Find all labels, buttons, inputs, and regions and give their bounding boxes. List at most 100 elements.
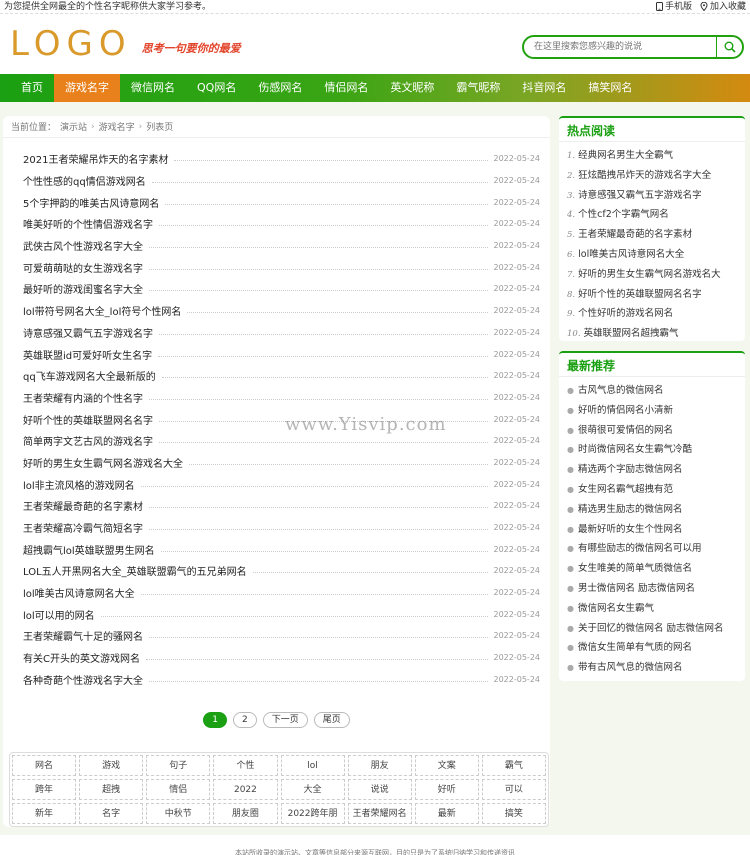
- search-button[interactable]: [716, 37, 742, 57]
- list-item-title[interactable]: 王者荣耀霸气十足的骚网名: [23, 628, 143, 643]
- hot-reading-item-title[interactable]: 英雄联盟网名超拽霸气: [584, 328, 679, 339]
- latest-recommend-item[interactable]: ● 有哪些励志的微信网名可以用: [567, 539, 745, 559]
- tag-link[interactable]: 超拽: [79, 779, 144, 800]
- tag-link[interactable]: 网名: [12, 755, 77, 776]
- list-item-title[interactable]: 诗意感强又霸气五字游戏名字: [23, 325, 153, 340]
- nav-item-domineering-nicknames[interactable]: 霸气昵称: [445, 74, 511, 102]
- list-item[interactable]: 王者荣耀有内涵的个性名字 2022-05-24: [23, 387, 540, 409]
- list-item-title[interactable]: 简单两字文艺古风的游戏名字: [23, 433, 153, 448]
- list-item[interactable]: 好听个性的英雄联盟网名名字 2022-05-24: [23, 408, 540, 430]
- hot-reading-item-title[interactable]: 经典网名男生大全霸气: [578, 150, 673, 161]
- hot-reading-item-title[interactable]: 诗意感强又霸气五字游戏名字: [578, 190, 702, 201]
- breadcrumb-link[interactable]: 游戏名字: [99, 120, 135, 133]
- nav-item-wechat-names[interactable]: 微信网名: [120, 74, 186, 102]
- hot-reading-item[interactable]: 3. 诗意感强又霸气五字游戏名字: [567, 186, 745, 206]
- latest-recommend-item[interactable]: ● 好听的情侣网名小清新: [567, 401, 745, 421]
- hot-reading-item[interactable]: 9. 个性好听的游戏名网名: [567, 304, 745, 324]
- list-item[interactable]: 王者荣耀霸气十足的骚网名 2022-05-24: [23, 625, 540, 647]
- hot-reading-item-title[interactable]: 个性cf2个字霸气网名: [578, 209, 669, 220]
- latest-recommend-item[interactable]: ● 女生网名霸气超拽有范: [567, 480, 745, 500]
- hot-reading-item-title[interactable]: lol唯美古风诗意网名大全: [578, 249, 684, 260]
- latest-recommend-item[interactable]: ● 关于回忆的微信网名 励志微信网名: [567, 619, 745, 639]
- list-item[interactable]: 好听的男生女生霸气网名游戏名大全 2022-05-24: [23, 452, 540, 474]
- tag-link[interactable]: 跨年: [12, 779, 77, 800]
- list-item-title[interactable]: lol带符号网名大全_lol符号个性网名: [23, 303, 181, 318]
- latest-recommend-item-title[interactable]: 关于回忆的微信网名 励志微信网名: [578, 623, 724, 634]
- list-item-title[interactable]: 王者荣耀高冷霸气简短名字: [23, 520, 143, 535]
- list-item[interactable]: LOL五人开黑网名大全_英雄联盟霸气的五兄弟网名 2022-05-24: [23, 560, 540, 582]
- latest-recommend-item-title[interactable]: 好听的情侣网名小清新: [578, 405, 673, 416]
- list-item[interactable]: lol可以用的网名 2022-05-24: [23, 603, 540, 625]
- site-logo[interactable]: LOGO: [10, 24, 132, 64]
- list-item-title[interactable]: 可爱萌萌哒的女生游戏名字: [23, 260, 143, 275]
- list-item[interactable]: 王者荣耀最奇葩的名字素材 2022-05-24: [23, 495, 540, 517]
- list-item[interactable]: 武侠古风个性游戏名字大全 2022-05-24: [23, 235, 540, 257]
- latest-recommend-item-title[interactable]: 精选男生励志的微信网名: [578, 504, 683, 515]
- breadcrumb-link[interactable]: 演示站: [60, 120, 87, 133]
- hot-reading-item[interactable]: 4. 个性cf2个字霸气网名: [567, 205, 745, 225]
- list-item-title[interactable]: 5个字押韵的唯美古风诗意网名: [23, 195, 159, 210]
- tag-link[interactable]: 名字: [79, 803, 144, 824]
- latest-recommend-item-title[interactable]: 微信女生简单有气质的网名: [578, 642, 692, 653]
- latest-recommend-item[interactable]: ● 精选男生励志的微信网名: [567, 500, 745, 520]
- tag-link[interactable]: 可以: [481, 779, 546, 800]
- latest-recommend-item-title[interactable]: 很萌很可爱情侣的网名: [578, 425, 673, 436]
- list-item-title[interactable]: 王者荣耀最奇葩的名字素材: [23, 498, 143, 513]
- list-item[interactable]: 最好听的游戏闺蜜名字大全 2022-05-24: [23, 278, 540, 300]
- hot-reading-item-title[interactable]: 好听的男生女生霸气网名游戏名大: [578, 269, 721, 280]
- tag-link[interactable]: 说说: [347, 779, 412, 800]
- tag-link[interactable]: 朋友: [347, 755, 412, 776]
- hot-reading-item-title[interactable]: 好听个性的英雄联盟网名名字: [578, 289, 702, 300]
- latest-recommend-item[interactable]: ● 微信网名女生霸气: [567, 599, 745, 619]
- list-item-title[interactable]: 王者荣耀有内涵的个性名字: [23, 390, 143, 405]
- latest-recommend-item-title[interactable]: 古风气息的微信网名: [578, 385, 664, 396]
- tag-link[interactable]: 游戏: [79, 755, 144, 776]
- list-item-title[interactable]: lol非主流风格的游戏网名: [23, 477, 135, 492]
- list-item[interactable]: lol非主流风格的游戏网名 2022-05-24: [23, 473, 540, 495]
- list-item-title[interactable]: lol可以用的网名: [23, 607, 95, 622]
- hot-reading-item[interactable]: 2. 狂炫酷拽吊炸天的游戏名字大全: [567, 166, 745, 186]
- latest-recommend-item[interactable]: ● 微信女生简单有气质的网名: [567, 638, 745, 658]
- hot-reading-item[interactable]: 5. 王者荣耀最奇葩的名字素材: [567, 225, 745, 245]
- list-item-title[interactable]: 好听的男生女生霸气网名游戏名大全: [23, 455, 183, 470]
- hot-reading-item-title[interactable]: 狂炫酷拽吊炸天的游戏名字大全: [578, 170, 711, 181]
- hot-reading-item[interactable]: 6. lol唯美古风诗意网名大全: [567, 245, 745, 265]
- latest-recommend-item-title[interactable]: 时尚微信网名女生霸气冷酷: [578, 444, 692, 455]
- list-item[interactable]: 简单两字文艺古风的游戏名字 2022-05-24: [23, 430, 540, 452]
- latest-recommend-item[interactable]: ● 精选两个字励志微信网名: [567, 460, 745, 480]
- list-item-title[interactable]: 最好听的游戏闺蜜名字大全: [23, 281, 143, 296]
- latest-recommend-item-title[interactable]: 女生网名霸气超拽有范: [578, 484, 673, 495]
- page-button-current[interactable]: 1: [203, 712, 227, 729]
- last-page-button[interactable]: 尾页: [313, 712, 350, 729]
- search-input[interactable]: [524, 37, 716, 57]
- list-item[interactable]: 王者荣耀高冷霸气简短名字 2022-05-24: [23, 517, 540, 539]
- latest-recommend-item[interactable]: ● 带有古风气息的微信网名: [567, 658, 745, 678]
- list-item-title[interactable]: 好听个性的英雄联盟网名名字: [23, 412, 153, 427]
- tag-link[interactable]: 情侣: [146, 779, 211, 800]
- tag-link[interactable]: 好听: [414, 779, 479, 800]
- latest-recommend-item[interactable]: ● 男士微信网名 励志微信网名: [567, 579, 745, 599]
- nav-item-couple-names[interactable]: 情侣网名: [313, 74, 379, 102]
- latest-recommend-item-title[interactable]: 最新好听的女生个性网名: [578, 524, 683, 535]
- tag-link[interactable]: 2022: [213, 779, 278, 800]
- list-item[interactable]: 超拽霸气lol英雄联盟男生网名 2022-05-24: [23, 538, 540, 560]
- latest-recommend-item[interactable]: ● 时尚微信网名女生霸气冷酷: [567, 440, 745, 460]
- nav-item-qq-names[interactable]: QQ网名: [186, 74, 247, 102]
- hot-reading-item[interactable]: 8. 好听个性的英雄联盟网名名字: [567, 285, 745, 305]
- tag-link[interactable]: 最新: [414, 803, 479, 824]
- favorite-link[interactable]: 加入收藏: [700, 0, 746, 13]
- list-item[interactable]: 各种奇葩个性游戏名字大全 2022-05-24: [23, 669, 540, 691]
- hot-reading-item-title[interactable]: 王者荣耀最奇葩的名字素材: [578, 229, 692, 240]
- nav-item-game-names[interactable]: 游戏名字: [54, 74, 120, 102]
- list-item[interactable]: 诗意感强又霸气五字游戏名字 2022-05-24: [23, 322, 540, 344]
- list-item[interactable]: 可爱萌萌哒的女生游戏名字 2022-05-24: [23, 256, 540, 278]
- tag-link[interactable]: 霸气: [481, 755, 546, 776]
- list-item-title[interactable]: 有关C开头的英文游戏网名: [23, 650, 140, 665]
- list-item[interactable]: 个性性感的qq情侣游戏网名 2022-05-24: [23, 170, 540, 192]
- tag-link[interactable]: 新年: [12, 803, 77, 824]
- tag-link[interactable]: 2022跨年朋: [280, 803, 345, 824]
- list-item[interactable]: 有关C开头的英文游戏网名 2022-05-24: [23, 647, 540, 669]
- tag-link[interactable]: 个性: [213, 755, 278, 776]
- list-item[interactable]: 5个字押韵的唯美古风诗意网名 2022-05-24: [23, 191, 540, 213]
- nav-item-sad-names[interactable]: 伤感网名: [247, 74, 313, 102]
